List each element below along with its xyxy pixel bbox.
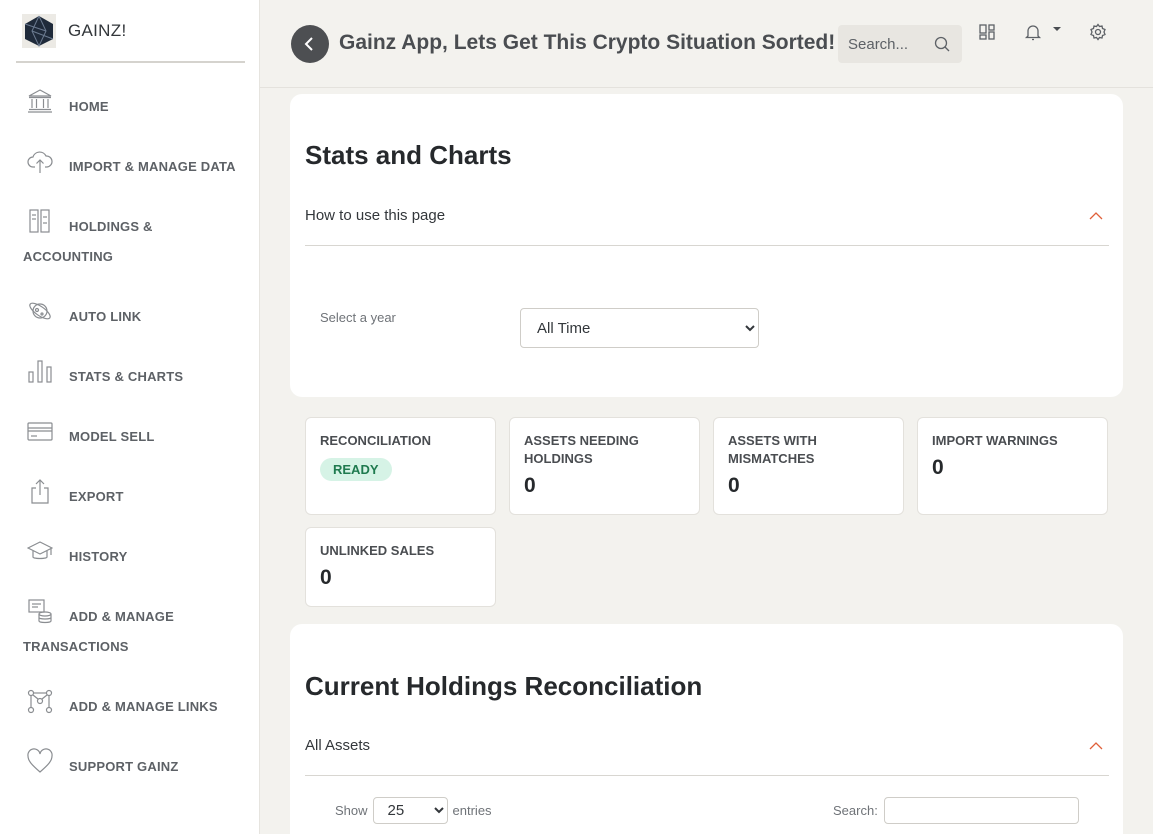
show-entries-control: Show 25 entries [335,797,492,824]
sidebar-item-stats-charts[interactable]: STATS & CHARTS [23,360,248,392]
network-icon [27,689,53,714]
gainz-logo-icon [22,13,56,48]
sidebar-item-support[interactable]: SUPPORT GAINZ [23,748,248,782]
year-select[interactable]: All Time [520,308,759,348]
sidebar: GAINZ! HOME IMPORT & MANAGE DATA HOLDING… [0,0,260,834]
chevron-up-icon[interactable] [1089,211,1103,221]
stat-value: 0 [932,456,944,479]
entries-select[interactable]: 25 [372,797,448,824]
sidebar-item-import[interactable]: IMPORT & MANAGE DATA [23,151,248,182]
reconciliation-card: Current Holdings Reconciliation All Asse… [290,624,1123,834]
accordion-label: All Assets [305,737,371,754]
card-title: Stats and Charts [305,140,512,170]
table-search: Search: [833,797,1079,824]
sidebar-item-label: EXPORT [69,489,124,504]
back-button[interactable] [291,25,329,63]
page-title: Gainz App, Lets Get This Crypto Situatio… [339,31,836,54]
sidebar-item-label: ADD & MANAGE [69,609,174,624]
sidebar-item-label: HOME [69,99,109,114]
bar-chart-icon [28,360,52,383]
sidebar-item-label: IMPORT & MANAGE DATA [69,159,236,174]
sidebar-item-model-sell[interactable]: MODEL SELL [23,422,248,452]
gear-icon[interactable] [1089,23,1107,41]
dashboard-layout-icon[interactable] [978,23,996,41]
chevron-left-icon [304,37,313,51]
mortarboard-icon [27,541,53,560]
sidebar-item-links[interactable]: ADD & MANAGE LINKS [23,689,248,722]
status-badge: READY [320,458,392,481]
search-icon[interactable] [934,36,950,52]
entries-label: entries [452,803,492,818]
bank-icon [28,89,52,113]
sidebar-item-label: SUPPORT GAINZ [69,759,179,774]
stat-assets-needing-holdings: ASSETS NEEDING HOLDINGS 0 [509,417,700,515]
sidebar-item-export[interactable]: EXPORT [23,479,248,512]
planet-icon [29,302,51,320]
year-select-label: Select a year [320,310,396,325]
sidebar-item-holdings[interactable]: HOLDINGS & ACCOUNTING [23,209,248,272]
top-header: Gainz App, Lets Get This Crypto Situatio… [260,0,1153,88]
stat-assets-with-mismatches: ASSETS WITH MISMATCHES 0 [713,417,904,515]
stat-reconciliation: RECONCILIATION READY [305,417,496,515]
table-search-input[interactable] [883,797,1079,824]
all-assets-accordion[interactable]: All Assets [305,737,1109,776]
accordion-label: How to use this page [305,207,446,224]
show-label: Show [335,803,368,818]
sidebar-item-label: ADD & MANAGE LINKS [69,699,218,714]
sidebar-item-label: MODEL SELL [69,429,155,444]
sidebar-item-history[interactable]: HISTORY [23,541,248,572]
sidebar-item-label-line2: TRANSACTIONS [23,639,129,654]
chevron-up-icon[interactable] [1089,741,1103,751]
heart-icon [27,748,53,773]
stat-title: IMPORT WARNINGS [932,433,1058,448]
stat-value: 0 [524,474,536,497]
table-search-label: Search: [833,803,878,818]
bell-icon[interactable] [1024,23,1042,41]
sidebar-item-label: STATS & CHARTS [69,369,184,384]
cloud-upload-icon [27,151,53,173]
stats-charts-card: Stats and Charts How to use this page Se… [290,94,1123,397]
stat-title: ASSETS NEEDING HOLDINGS [524,433,639,466]
brand[interactable]: GAINZ! [16,0,245,63]
sidebar-item-home[interactable]: HOME [23,89,248,122]
how-to-use-accordion[interactable]: How to use this page [305,207,1109,246]
ledger-icon [29,209,50,233]
stat-unlinked-sales: UNLINKED SALES 0 [305,527,496,607]
stat-import-warnings: IMPORT WARNINGS 0 [917,417,1108,515]
card-icon [27,422,53,441]
sidebar-item-label: HISTORY [69,549,128,564]
sidebar-item-label: HOLDINGS & [69,219,153,234]
sidebar-item-label: AUTO LINK [69,309,142,324]
sidebar-item-label-line2: ACCOUNTING [23,249,114,264]
sidebar-item-transactions[interactable]: ADD & MANAGE TRANSACTIONS [23,599,248,662]
stat-title: RECONCILIATION [320,433,431,448]
share-icon [31,479,49,504]
brand-name: GAINZ! [68,20,127,40]
stat-title: UNLINKED SALES [320,543,435,558]
caret-down-icon[interactable] [1052,24,1062,34]
header-search[interactable] [838,25,962,63]
sidebar-item-auto-link[interactable]: AUTO LINK [23,302,248,332]
coins-icon [28,599,52,624]
card-title: Current Holdings Reconciliation [305,671,703,701]
stat-value: 0 [320,566,332,589]
stat-title: ASSETS WITH MISMATCHES [728,433,817,466]
search-input[interactable] [848,35,936,53]
stat-value: 0 [728,474,740,497]
